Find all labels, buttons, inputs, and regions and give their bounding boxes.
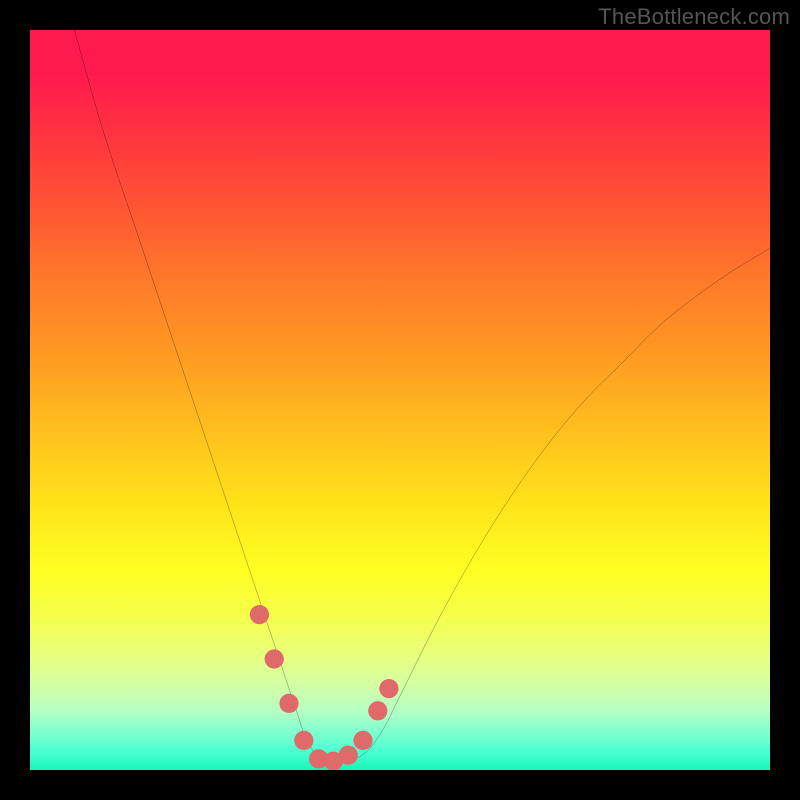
plot-area <box>30 30 770 770</box>
highlight-dot <box>379 679 398 698</box>
highlight-dot <box>339 746 358 765</box>
bottleneck-curve <box>74 30 770 763</box>
highlight-dot <box>265 649 284 668</box>
highlight-dot <box>368 701 387 720</box>
highlight-dot <box>294 731 313 750</box>
curve-layer <box>30 30 770 770</box>
chart-stage: TheBottleneck.com <box>0 0 800 800</box>
highlight-dot <box>250 605 269 624</box>
highlight-dot <box>279 694 298 713</box>
watermark-text: TheBottleneck.com <box>598 4 790 30</box>
highlight-dot <box>353 731 372 750</box>
highlight-dots <box>250 605 399 770</box>
